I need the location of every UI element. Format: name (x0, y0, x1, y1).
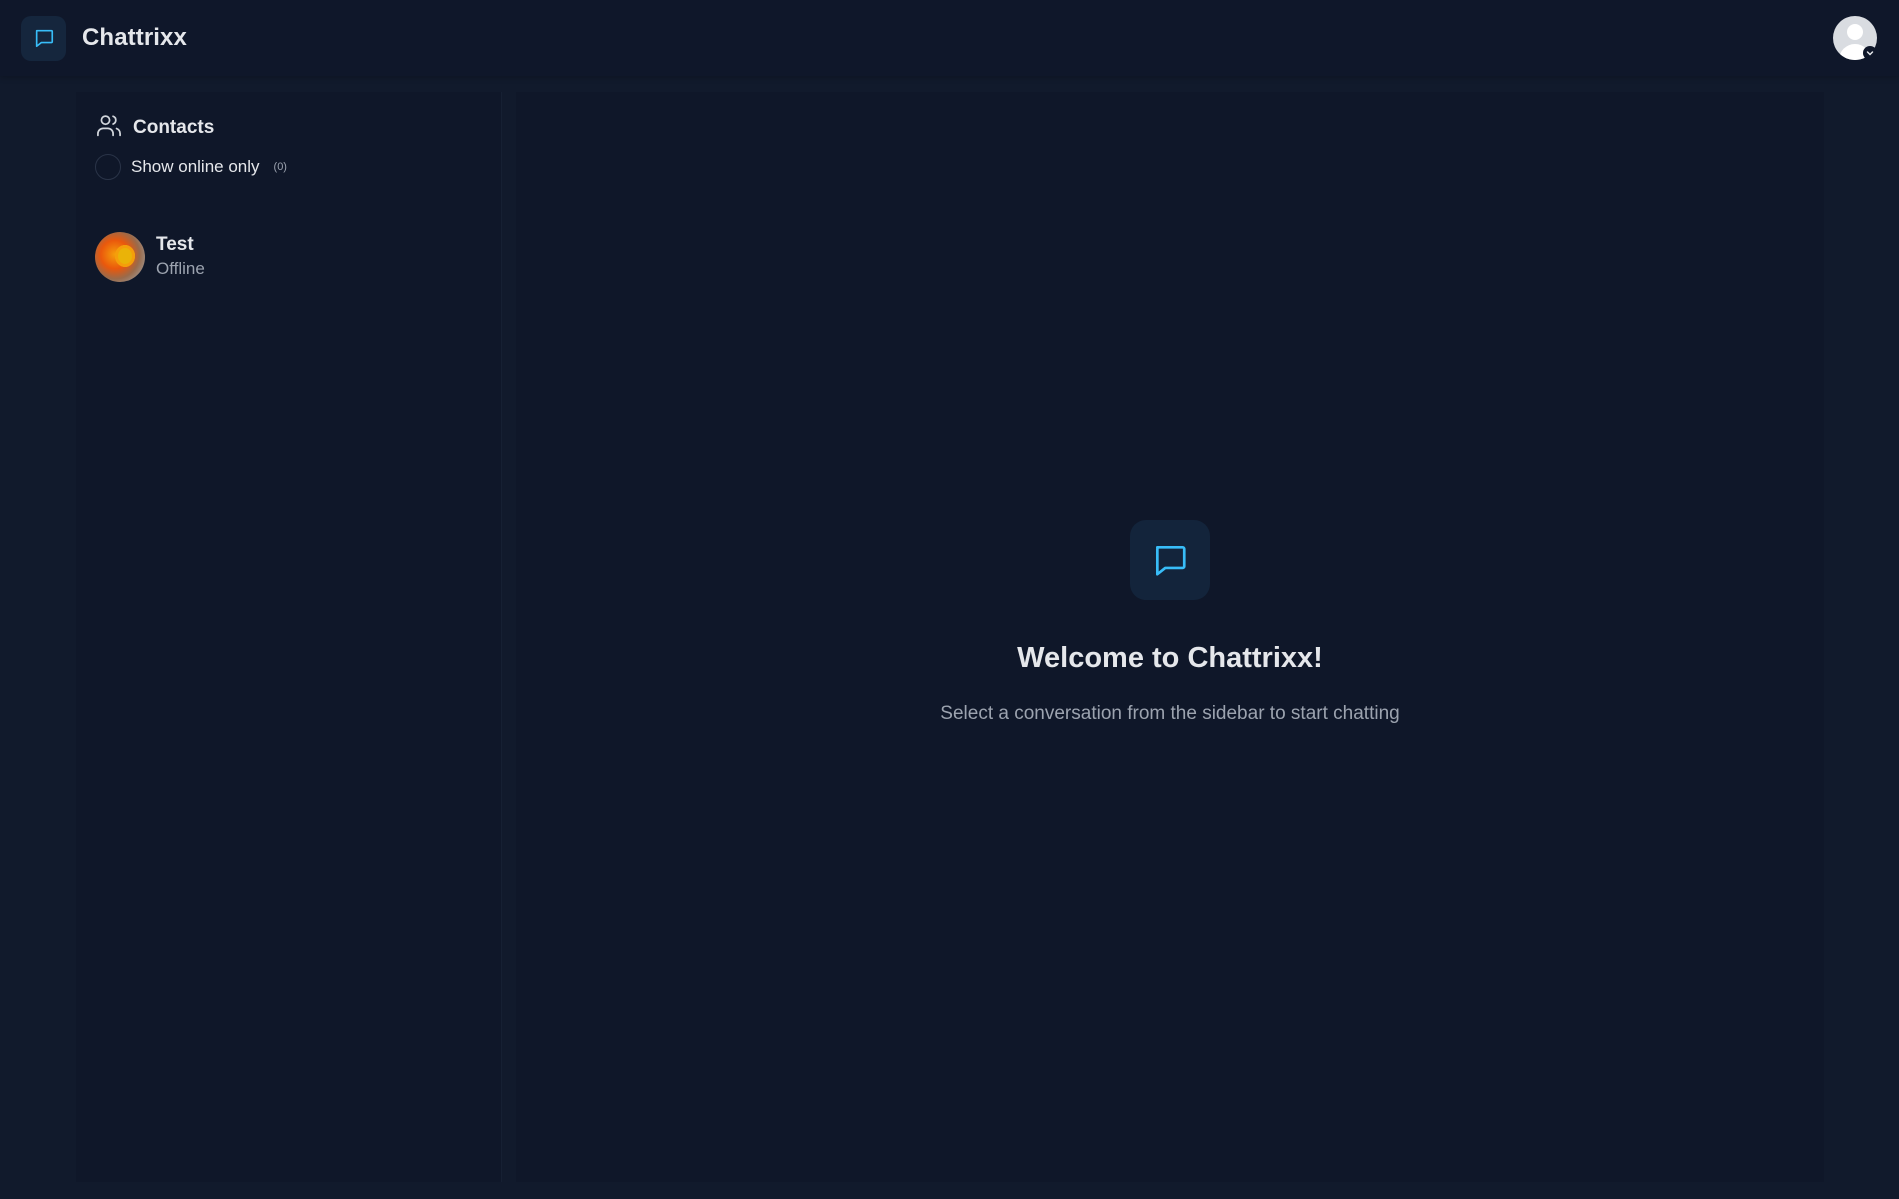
top-navbar: Chattrixx (0, 0, 1899, 76)
show-online-only-checkbox[interactable] (95, 154, 121, 180)
app-name: Chattrixx (82, 24, 187, 51)
welcome-title: Welcome to Chattrixx! (1017, 642, 1323, 674)
contact-info: Test Offline (156, 233, 205, 281)
contacts-sidebar: Contacts Show online only (0) Test Offli… (76, 92, 502, 1182)
contact-list: Test Offline (76, 210, 501, 288)
user-avatar-icon (1847, 24, 1863, 40)
contacts-heading: Contacts (95, 112, 482, 144)
show-online-only-toggle[interactable]: Show online only (0) (95, 154, 482, 180)
welcome-panel: Welcome to Chattrixx! Select a conversat… (516, 520, 1824, 725)
chat-bubble-icon (21, 15, 66, 61)
contacts-title: Contacts (133, 117, 215, 138)
welcome-subtitle: Select a conversation from the sidebar t… (940, 703, 1400, 724)
chat-bubble-icon (1130, 520, 1210, 600)
contact-status: Offline (156, 259, 205, 278)
contact-name: Test (156, 234, 194, 255)
show-online-only-label: Show online only (131, 157, 260, 176)
online-count: (0) (273, 161, 287, 173)
brand-link[interactable]: Chattrixx (21, 15, 187, 61)
sidebar-header: Contacts Show online only (0) (76, 92, 501, 210)
chat-main-area: Welcome to Chattrixx! Select a conversat… (516, 92, 1824, 1182)
chevron-down-icon[interactable] (1863, 46, 1877, 60)
users-icon (95, 112, 123, 145)
contact-item[interactable]: Test Offline (76, 226, 501, 288)
avatar (95, 232, 145, 282)
